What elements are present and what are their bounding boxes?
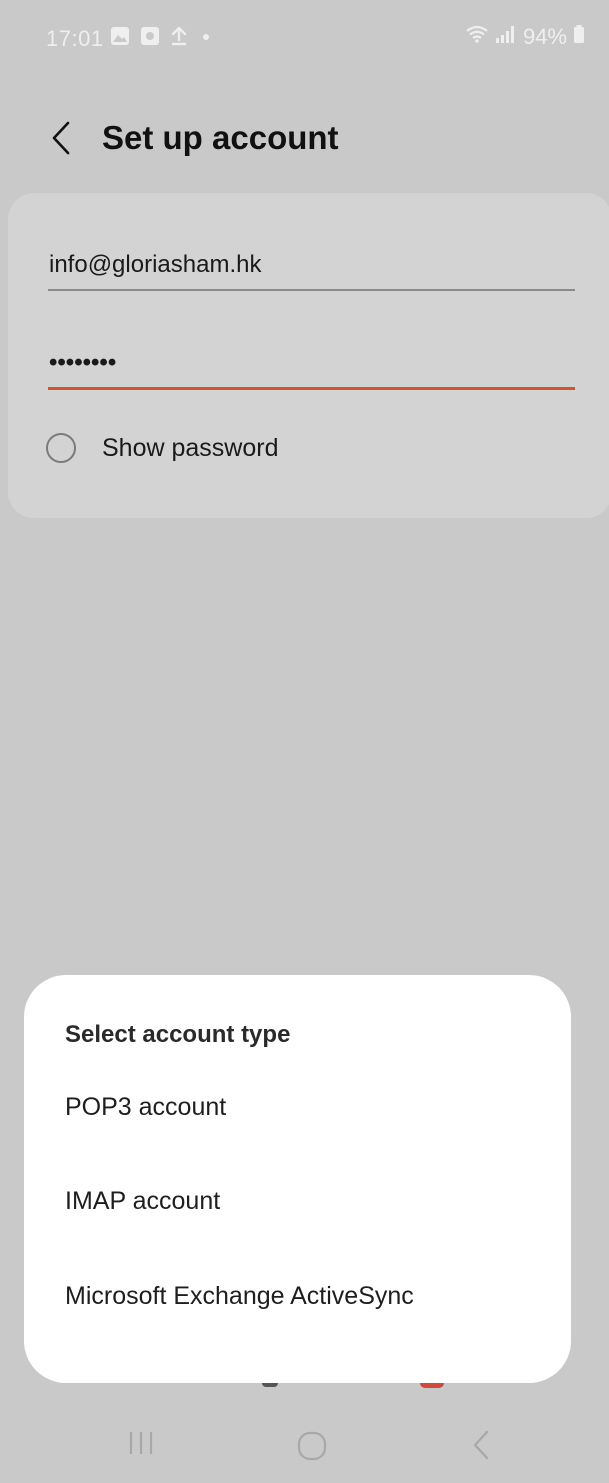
page-title: Set up account xyxy=(102,119,339,156)
battery-percent: 94% xyxy=(522,24,567,49)
email-field-underline xyxy=(48,289,575,291)
password-field[interactable]: •••••••• xyxy=(48,343,575,390)
account-form-card: info@gloriasham.hk •••••••• Show passwor… xyxy=(8,193,609,518)
show-password-toggle[interactable]: Show password xyxy=(46,433,278,463)
dot-icon xyxy=(198,26,214,46)
option-exchange-activesync[interactable]: Microsoft Exchange ActiveSync xyxy=(65,1282,414,1311)
home-icon xyxy=(296,1430,328,1467)
status-icons-right: 94% xyxy=(465,24,585,50)
status-icons-left xyxy=(110,26,214,46)
password-field-value[interactable]: •••••••• xyxy=(48,343,575,383)
option-imap[interactable]: IMAP account xyxy=(65,1187,220,1216)
email-field[interactable]: info@gloriasham.hk xyxy=(48,245,575,291)
recents-button[interactable] xyxy=(126,1430,156,1461)
header: Set up account xyxy=(0,105,609,175)
hidden-button-edge-accent xyxy=(420,1383,444,1388)
option-pop3[interactable]: POP3 account xyxy=(65,1093,226,1122)
status-bar: 17:01 94% xyxy=(0,0,609,80)
email-field-value[interactable]: info@gloriasham.hk xyxy=(48,245,575,285)
upload-icon xyxy=(170,26,188,46)
recents-icon xyxy=(126,1430,156,1461)
chevron-left-icon xyxy=(50,121,72,160)
screen-record-icon xyxy=(140,26,160,46)
wifi-icon xyxy=(465,24,489,50)
password-field-underline xyxy=(48,387,575,390)
navigation-bar xyxy=(0,1400,609,1483)
sheet-title: Select account type xyxy=(65,1021,291,1048)
home-button[interactable] xyxy=(296,1430,328,1467)
back-button[interactable] xyxy=(36,115,86,165)
show-password-checkbox[interactable] xyxy=(46,433,76,463)
battery-icon xyxy=(573,24,585,50)
status-time: 17:01 xyxy=(46,26,104,51)
account-type-sheet: Select account type POP3 account IMAP ac… xyxy=(24,975,571,1383)
nav-back-button[interactable] xyxy=(470,1430,492,1465)
hidden-button-edge xyxy=(262,1383,278,1387)
signal-icon xyxy=(495,24,517,50)
back-icon xyxy=(470,1430,492,1465)
show-password-label: Show password xyxy=(102,433,279,462)
gallery-icon xyxy=(110,26,130,46)
